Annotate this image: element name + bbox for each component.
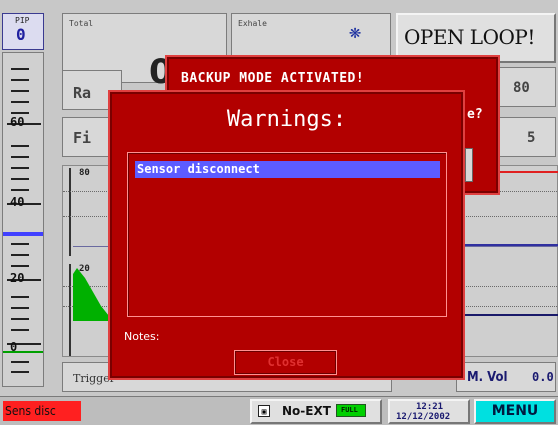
clock-date: 12/12/2002 bbox=[396, 412, 451, 422]
flow-waveform bbox=[73, 268, 113, 321]
fio2-label: Fi bbox=[73, 129, 92, 147]
total-label: Total bbox=[69, 19, 94, 28]
plug-icon: ▣ bbox=[258, 405, 270, 417]
pip-value: 0 bbox=[16, 25, 26, 44]
mvol-label: M. Vol bbox=[467, 370, 508, 385]
exhale-label: Exhale bbox=[238, 19, 267, 28]
right-value-1: 80 bbox=[513, 80, 530, 96]
scale-label-20: 20 bbox=[10, 271, 25, 285]
graph-axis-2 bbox=[69, 264, 71, 356]
notes-label: Notes: bbox=[124, 330, 160, 343]
backup-dialog-question: e? bbox=[467, 107, 483, 122]
mode-banner-text: OPEN LOOP! bbox=[404, 25, 535, 49]
right-value-panel-2: 5 bbox=[496, 117, 556, 157]
warning-item[interactable]: Sensor disconnect bbox=[135, 161, 440, 178]
backup-dialog-title: BACKUP MODE ACTIVATED! bbox=[181, 71, 365, 86]
alarm-message[interactable]: Sens disc bbox=[3, 401, 81, 421]
close-button[interactable]: Close bbox=[234, 350, 337, 375]
menu-button[interactable]: MENU bbox=[474, 399, 556, 424]
scale-label-40: 40 bbox=[10, 195, 25, 209]
pip-panel: PIP 0 bbox=[2, 13, 44, 50]
clock: 12:21 12/12/2002 bbox=[388, 399, 470, 424]
right-value-2: 5 bbox=[527, 130, 536, 146]
mvol-value: 0.0 bbox=[532, 370, 554, 384]
graph-label-1: 80 bbox=[79, 168, 90, 178]
close-button-label: Close bbox=[267, 355, 304, 369]
backup-dialog-button[interactable] bbox=[465, 148, 473, 182]
pressure-scale: 60 40 20 0 bbox=[2, 52, 44, 387]
power-status: ▣ No-EXT FULL bbox=[250, 399, 382, 424]
mvol-panel: M. Vol 0.0 bbox=[456, 362, 556, 392]
clock-time: 12:21 bbox=[416, 402, 444, 412]
rate-label: Ra bbox=[73, 84, 92, 102]
pip-indicator bbox=[3, 232, 43, 236]
warnings-dialog: Warnings: Sensor disconnect Notes: Close bbox=[108, 90, 465, 380]
status-bar: Sens disc ▣ No-EXT FULL 12:21 12/12/2002… bbox=[0, 396, 558, 425]
fan-icon: ❋ bbox=[349, 19, 362, 43]
right-value-panel-1: 80 bbox=[496, 67, 556, 107]
scale-label-60: 60 bbox=[10, 115, 25, 129]
power-source-label: No-EXT bbox=[282, 404, 331, 418]
warnings-list[interactable]: Sensor disconnect bbox=[127, 152, 447, 317]
battery-icon: FULL bbox=[336, 404, 366, 417]
battery-label: FULL bbox=[341, 406, 358, 414]
warnings-title: Warnings: bbox=[226, 107, 347, 132]
pip-label: PIP bbox=[15, 16, 30, 25]
graph-axis-1 bbox=[69, 168, 71, 256]
